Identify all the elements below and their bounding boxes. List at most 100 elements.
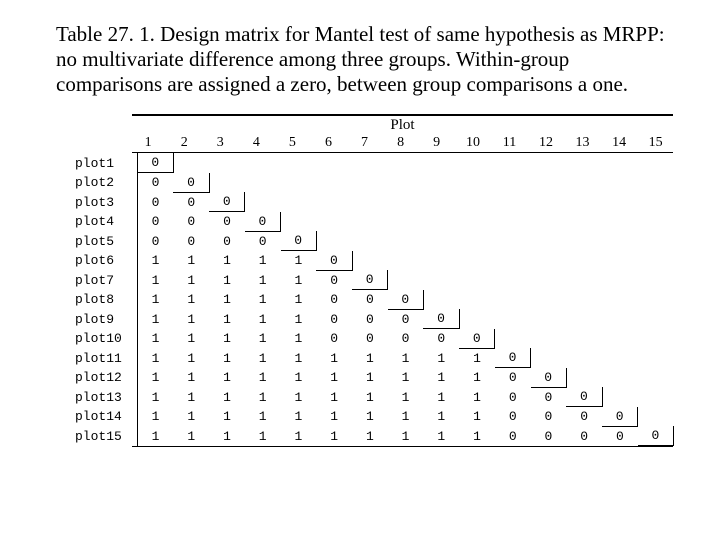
matrix-cell [602,153,638,173]
matrix-cell: 1 [209,270,245,290]
matrix-cell [423,290,459,310]
matrix-cell [209,173,245,193]
matrix-cell: 0 [566,426,602,446]
matrix-cell: 1 [316,426,352,446]
matrix-cell: 0 [173,173,209,193]
matrix-cell: 1 [137,426,173,446]
matrix-cell [459,153,495,173]
row-label: plot1 [74,153,137,173]
matrix-cell: 1 [173,290,209,310]
matrix-cell [316,231,352,251]
matrix-cell [638,368,674,388]
matrix-cell [531,270,567,290]
matrix-cell: 1 [423,368,459,388]
matrix-cell: 1 [137,290,173,310]
matrix-cell [495,192,531,212]
matrix-cell: 0 [316,290,352,310]
matrix-cell: 1 [137,387,173,407]
matrix-cell: 1 [281,387,317,407]
table-row: plot40000 [74,212,674,232]
matrix-cell: 1 [388,368,424,388]
matrix-cell: 1 [137,329,173,349]
matrix-cell: 1 [173,270,209,290]
matrix-cell [638,173,674,193]
matrix-cell [388,251,424,271]
matrix-cell [352,153,388,173]
matrix-cell [459,173,495,193]
matrix-cell [245,173,281,193]
matrix-cell [531,212,567,232]
matrix-cell [423,270,459,290]
col-header: 6 [310,135,346,152]
matrix-cell: 1 [209,407,245,427]
matrix-cell: 0 [388,329,424,349]
matrix-cell [531,329,567,349]
matrix-cell: 1 [137,251,173,271]
matrix-cell [602,290,638,310]
row-label: plot7 [74,270,137,290]
matrix-cell [638,231,674,251]
matrix-cell [531,348,567,368]
col-header: 3 [202,135,238,152]
matrix-cell [638,251,674,271]
matrix-cell: 0 [531,426,567,446]
matrix-cell: 1 [209,368,245,388]
matrix-cell [638,329,674,349]
table-row: plot6111110 [74,251,674,271]
row-label: plot2 [74,173,137,193]
matrix-cell [495,153,531,173]
matrix-cell [423,231,459,251]
matrix-cell: 1 [209,309,245,329]
matrix-cell [566,290,602,310]
matrix-cell: 1 [388,426,424,446]
matrix-cell [459,290,495,310]
col-header: 12 [528,135,565,152]
matrix-cell [638,270,674,290]
matrix-cell [459,192,495,212]
matrix-cell: 1 [245,290,281,310]
matrix-cell: 0 [173,212,209,232]
matrix-cell [566,251,602,271]
matrix-cell [638,309,674,329]
matrix-cell: 0 [173,231,209,251]
matrix-cell: 0 [495,407,531,427]
matrix-cell: 0 [137,153,173,173]
matrix-cell: 0 [352,329,388,349]
table-row: plot200 [74,173,674,193]
matrix-cell [638,212,674,232]
matrix-cell: 0 [495,426,531,446]
matrix-cell: 1 [281,309,317,329]
matrix-cell [388,270,424,290]
matrix-cell: 0 [531,387,567,407]
matrix-cell [388,153,424,173]
table-row: plot101111100000 [74,329,674,349]
matrix-cell: 0 [495,368,531,388]
matrix-cell: 1 [245,270,281,290]
matrix-cell: 0 [137,173,173,193]
table-caption: Table 27. 1. Design matrix for Mantel te… [56,22,676,96]
matrix-cell: 1 [173,251,209,271]
matrix-cell: 0 [566,407,602,427]
matrix-cell: 0 [459,329,495,349]
matrix-cell: 1 [173,426,209,446]
table-row: plot12111111111100 [74,368,674,388]
matrix-cell [566,309,602,329]
matrix-cell [495,173,531,193]
matrix-cell [316,173,352,193]
matrix-cell [281,153,317,173]
row-label: plot10 [74,329,137,349]
matrix-cell: 1 [423,387,459,407]
matrix-cell: 0 [566,387,602,407]
matrix-cell: 0 [495,348,531,368]
matrix-cell [388,173,424,193]
matrix-cell [459,212,495,232]
table-row: plot10 [74,153,674,173]
matrix-cell [602,251,638,271]
design-matrix-table: Plot 123456789101112131415 plot10plot200… [74,114,674,447]
col-header: 8 [383,135,419,152]
matrix-cell: 1 [281,251,317,271]
matrix-cell [352,192,388,212]
matrix-cell [566,348,602,368]
matrix-cell [531,173,567,193]
matrix-cell: 0 [423,309,459,329]
